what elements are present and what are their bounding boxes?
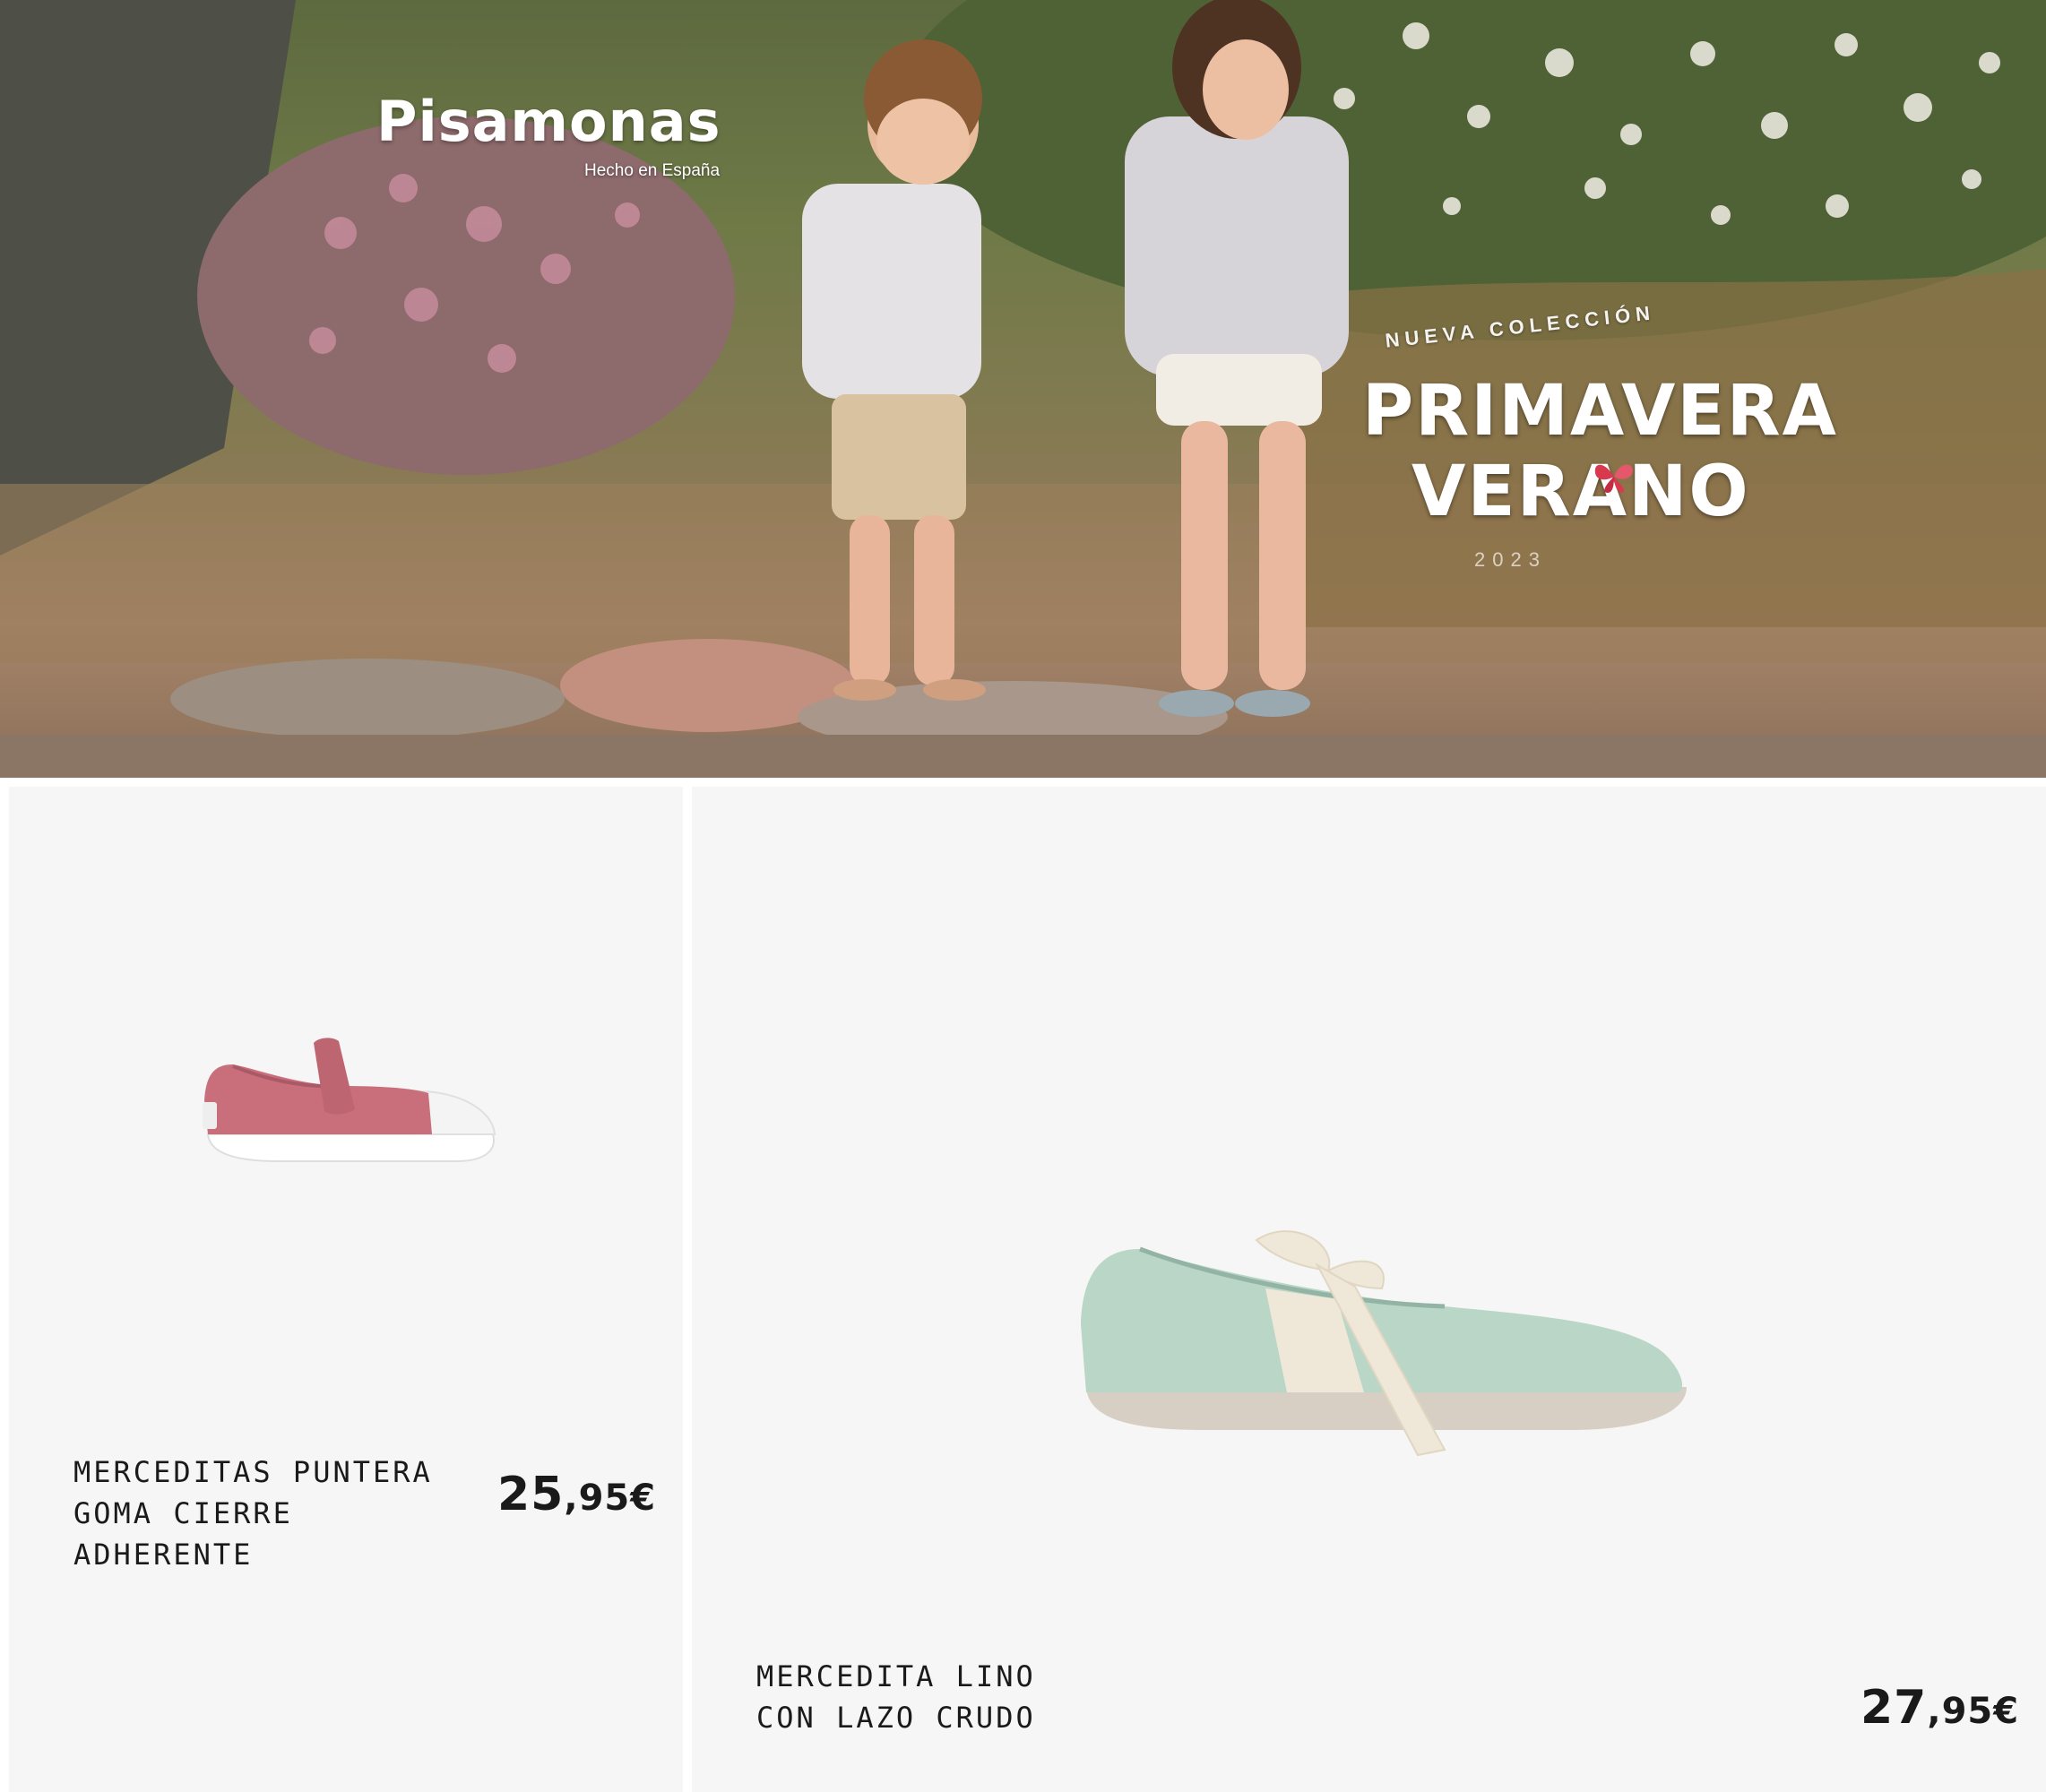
product-price: 25,95€	[497, 1468, 656, 1521]
season-title-line1: PRIMAVERA	[1362, 371, 1839, 452]
butterfly-icon	[1594, 464, 1633, 493]
price-decimal: ,95€	[564, 1478, 657, 1519]
product-image-pink-mary-jane[interactable]	[197, 1029, 502, 1172]
product-name[interactable]: MERCEDITA LINO CON LAZO CRUDO	[756, 1656, 1115, 1738]
product-card[interactable]: MERCEDITAS PUNTERA GOMA CIERRE ADHERENTE…	[9, 787, 683, 1792]
hero-banner[interactable]: Pisamonas Hecho en España NUEVA COLECCIÓ…	[0, 0, 2046, 778]
price-integer: 27	[1860, 1681, 1928, 1735]
product-grid: MERCEDITAS PUNTERA GOMA CIERRE ADHERENTE…	[0, 778, 2046, 1792]
price-integer: 25	[497, 1468, 565, 1521]
price-decimal: ,95€	[1927, 1691, 2020, 1732]
season-title-line2: VERANO	[1411, 452, 1750, 532]
brand-logo[interactable]: Pisamonas	[376, 94, 721, 150]
product-image-mint-ballerina[interactable]	[1068, 1217, 1696, 1459]
product-name[interactable]: MERCEDITAS PUNTERA GOMA CIERRE ADHERENTE	[73, 1452, 486, 1575]
product-price: 27,95€	[1860, 1681, 2019, 1735]
season-year: 2023	[1474, 548, 1547, 571]
product-card[interactable]: MERCEDITA LINO CON LAZO CRUDO 27,95€	[692, 787, 2046, 1792]
brand-tagline: Hecho en España	[584, 161, 721, 180]
